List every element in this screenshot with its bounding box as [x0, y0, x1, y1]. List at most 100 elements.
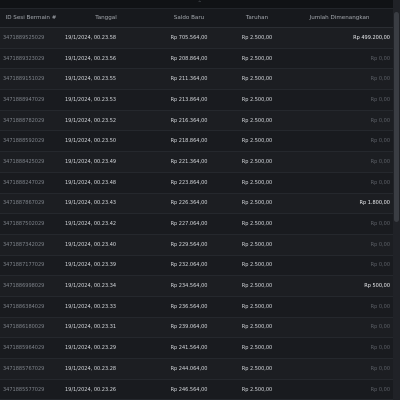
session-id-cell: 3471886998029: [0, 275, 62, 297]
table-row[interactable]: 3471887867029 19/1/2024, 00.23.43 Rp 226.3…: [0, 193, 393, 215]
bet-cell: Rp 2.500,00: [228, 213, 286, 235]
bet-cell: Rp 2.500,00: [228, 379, 286, 400]
date-cell: 19/1/2024, 00.23.31: [62, 317, 150, 339]
date-cell: 19/1/2024, 00.23.52: [62, 110, 150, 132]
win-amount-cell: Rp 0,00: [286, 130, 393, 153]
session-id-cell: 3471888247029: [0, 172, 62, 194]
win-amount-cell: Rp 0,00: [286, 151, 393, 173]
date-cell: 19/1/2024, 00.23.43: [62, 193, 150, 215]
win-amount-cell: Rp 0,00: [286, 317, 393, 339]
balance-cell: Rp 232.064,00: [150, 255, 228, 277]
table-row[interactable]: 3471887177029 19/1/2024, 00.23.39 Rp 232.0…: [0, 255, 393, 277]
session-id-cell: 3471887867029: [0, 193, 62, 215]
win-amount-cell: Rp 0,00: [286, 110, 393, 132]
panel-top-bar: ^: [0, 0, 400, 9]
balance-cell: Rp 239.064,00: [150, 317, 228, 339]
date-cell: 19/1/2024, 00.23.28: [62, 358, 150, 380]
win-amount-cell: Rp 0,00: [286, 379, 393, 400]
bet-cell: Rp 2.500,00: [228, 296, 286, 318]
table-row[interactable]: 3471886180029 19/1/2024, 00.23.31 Rp 239.0…: [0, 317, 393, 339]
balance-cell: Rp 234.564,00: [150, 275, 228, 297]
bet-cell: Rp 2.500,00: [228, 172, 286, 194]
bet-cell: Rp 2.500,00: [228, 358, 286, 380]
table-row[interactable]: 3471886384029 19/1/2024, 00.23.33 Rp 236.5…: [0, 296, 393, 318]
win-amount-cell: Rp 0,00: [286, 255, 393, 277]
balance-cell: Rp 236.564,00: [150, 296, 228, 318]
column-header-bet[interactable]: Taruhan: [228, 9, 286, 28]
date-cell: 19/1/2024, 00.23.40: [62, 234, 150, 256]
date-cell: 19/1/2024, 00.23.34: [62, 275, 150, 297]
bet-cell: Rp 2.500,00: [228, 337, 286, 359]
table-row[interactable]: 3471887342029 19/1/2024, 00.23.40 Rp 229.5…: [0, 234, 393, 256]
balance-cell: Rp 211.364,00: [150, 68, 228, 91]
session-id-cell: 3471886180029: [0, 317, 62, 339]
column-header-balance[interactable]: Saldo Baru: [150, 9, 228, 28]
win-amount-cell: Rp 0,00: [286, 68, 393, 91]
win-amount-cell: Rp 500,00: [286, 275, 393, 297]
scrollbar-thumb[interactable]: [394, 12, 399, 222]
date-cell: 19/1/2024, 00.23.42: [62, 213, 150, 235]
table-row[interactable]: 3471888592029 19/1/2024, 00.23.50 Rp 218.8…: [0, 130, 393, 153]
table-row[interactable]: 3471889151029 19/1/2024, 00.23.55 Rp 211.3…: [0, 68, 393, 91]
table-row[interactable]: 3471888425029 19/1/2024, 00.23.49 Rp 221.3…: [0, 151, 393, 173]
bet-cell: Rp 2.500,00: [228, 27, 286, 49]
table-row[interactable]: 3471887502029 19/1/2024, 00.23.42 Rp 227.0…: [0, 213, 393, 235]
balance-cell: Rp 227.064,00: [150, 213, 228, 235]
session-id-cell: 3471888592029: [0, 130, 62, 153]
bet-history-table: ID Sesi Bermain # Tanggal Saldo Baru Tar…: [0, 9, 393, 400]
win-amount-cell: Rp 0,00: [286, 213, 393, 235]
session-id-cell: 3471889525029: [0, 27, 62, 49]
column-header-date[interactable]: Tanggal: [62, 9, 150, 28]
balance-cell: Rp 229.564,00: [150, 234, 228, 256]
table-row[interactable]: 3471888247029 19/1/2024, 00.23.48 Rp 223.8…: [0, 172, 393, 194]
balance-cell: Rp 226.364,00: [150, 193, 228, 215]
table-header-row: ID Sesi Bermain # Tanggal Saldo Baru Tar…: [0, 9, 393, 28]
bet-cell: Rp 2.500,00: [228, 193, 286, 215]
date-cell: 19/1/2024, 00.23.50: [62, 130, 150, 153]
bet-cell: Rp 2.500,00: [228, 130, 286, 153]
date-cell: 19/1/2024, 00.23.49: [62, 151, 150, 173]
session-id-cell: 3471888947029: [0, 89, 62, 111]
bet-cell: Rp 2.500,00: [228, 151, 286, 173]
bet-cell: Rp 2.500,00: [228, 234, 286, 256]
date-cell: 19/1/2024, 00.23.56: [62, 48, 150, 70]
bet-history-panel: ^ ID Sesi Bermain # Tanggal Saldo Baru T…: [0, 0, 400, 400]
bet-cell: Rp 2.500,00: [228, 48, 286, 70]
win-amount-cell: Rp 0,00: [286, 48, 393, 70]
session-id-cell: 3471889151029: [0, 68, 62, 91]
table-row[interactable]: 3471888782029 19/1/2024, 00.23.52 Rp 216.3…: [0, 110, 393, 132]
table-row[interactable]: 3471885577029 19/1/2024, 00.23.26 Rp 246.5…: [0, 379, 393, 400]
session-id-cell: 3471887177029: [0, 255, 62, 277]
table-body: 3471889525029 19/1/2024, 00.23.58 Rp 705.5…: [0, 27, 393, 400]
session-id-cell: 3471888782029: [0, 110, 62, 132]
balance-cell: Rp 244.064,00: [150, 358, 228, 380]
top-bar-partial-text: ^: [198, 0, 202, 5]
table-row[interactable]: 3471889323029 19/1/2024, 00.23.56 Rp 208.8…: [0, 48, 393, 70]
win-amount-cell: Rp 0,00: [286, 234, 393, 256]
column-header-id[interactable]: ID Sesi Bermain #: [0, 9, 62, 28]
balance-cell: Rp 213.864,00: [150, 89, 228, 111]
balance-cell: Rp 218.864,00: [150, 130, 228, 153]
bet-cell: Rp 2.500,00: [228, 110, 286, 132]
win-amount-cell: Rp 0,00: [286, 296, 393, 318]
win-amount-cell: Rp 0,00: [286, 337, 393, 359]
bet-cell: Rp 2.500,00: [228, 317, 286, 339]
win-amount-cell: Rp 0,00: [286, 89, 393, 111]
scrollbar-track[interactable]: [393, 0, 400, 400]
balance-cell: Rp 208.864,00: [150, 48, 228, 70]
session-id-cell: 3471887502029: [0, 213, 62, 235]
table-row[interactable]: 3471886998029 19/1/2024, 00.23.34 Rp 234.5…: [0, 275, 393, 297]
date-cell: 19/1/2024, 00.23.33: [62, 296, 150, 318]
win-amount-cell: Rp 1.800,00: [286, 193, 393, 215]
date-cell: 19/1/2024, 00.23.48: [62, 172, 150, 194]
table-row[interactable]: 3471885767029 19/1/2024, 00.23.28 Rp 244.0…: [0, 358, 393, 380]
date-cell: 19/1/2024, 00.23.58: [62, 27, 150, 49]
table-row[interactable]: 3471885964029 19/1/2024, 00.23.29 Rp 241.5…: [0, 337, 393, 359]
bet-cell: Rp 2.500,00: [228, 275, 286, 297]
date-cell: 19/1/2024, 00.23.55: [62, 68, 150, 91]
session-id-cell: 3471887342029: [0, 234, 62, 256]
table-row[interactable]: 3471888947029 19/1/2024, 00.23.53 Rp 213.8…: [0, 89, 393, 111]
column-header-win[interactable]: Jumlah Dimenangkan: [286, 9, 393, 28]
table-row[interactable]: 3471889525029 19/1/2024, 00.23.58 Rp 705.5…: [0, 27, 393, 49]
date-cell: 19/1/2024, 00.23.26: [62, 379, 150, 400]
